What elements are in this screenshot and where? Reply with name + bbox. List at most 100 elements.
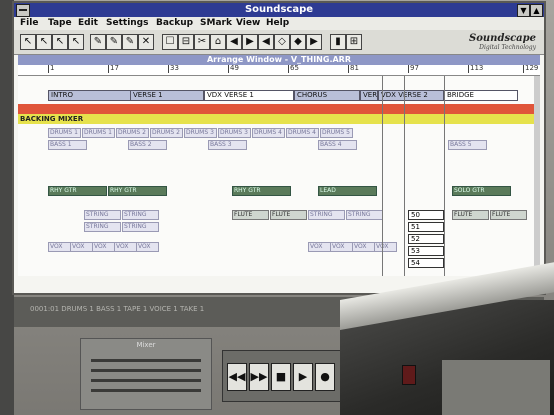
clip[interactable]: STRING (308, 210, 345, 220)
left-arrow-icon[interactable]: ◀ (226, 34, 242, 50)
mixer-fader[interactable] (91, 359, 201, 362)
clip[interactable]: STRING (122, 210, 159, 220)
rewind-button[interactable]: ◀◀ (227, 363, 247, 391)
clip[interactable]: FLUTE (452, 210, 489, 220)
clip[interactable]: DRUMS 1 (82, 128, 115, 138)
mixer-fader[interactable] (91, 379, 201, 382)
bar-ruler[interactable]: 1 17 33 49 65 81 97 113 129 (18, 64, 540, 76)
clip[interactable]: SOLO GTR (452, 186, 511, 196)
delete-tool-icon[interactable]: ✕ (138, 34, 154, 50)
clip[interactable]: BASS 1 (48, 140, 87, 150)
play-icon[interactable]: ▶ (306, 34, 322, 50)
pointer-tool-icon[interactable]: ↖ (68, 34, 84, 50)
track-number-box[interactable]: 50 (408, 210, 444, 220)
marker-label[interactable]: BRIDGE (444, 90, 518, 101)
clip[interactable]: DRUMS 3 (184, 128, 217, 138)
play-button[interactable]: ▶ (293, 363, 313, 391)
marker-label[interactable]: VERSE 1 (130, 90, 204, 101)
clip[interactable]: DRUMS 3 (218, 128, 251, 138)
left-arrow-icon[interactable]: ◀ (258, 34, 274, 50)
pencil-tool-icon[interactable]: ✎ (122, 34, 138, 50)
clip[interactable]: VOX (308, 242, 331, 252)
clip[interactable]: VOX (136, 242, 159, 252)
maximize-button[interactable]: ▲ (530, 4, 543, 17)
clip[interactable]: DRUMS 5 (320, 128, 353, 138)
ruler-tick: 81 (348, 64, 359, 73)
menu-edit[interactable]: Edit (78, 18, 98, 28)
menu-settings[interactable]: Settings (106, 18, 148, 28)
marker-label[interactable]: CHORUS (294, 90, 360, 101)
home-tool-icon[interactable]: ⌂ (210, 34, 226, 50)
minimize-button[interactable]: ▼ (517, 4, 530, 17)
ruler-tick: 49 (228, 64, 239, 73)
clip[interactable]: BASS 4 (318, 140, 357, 150)
record-button[interactable]: ● (315, 363, 335, 391)
clip[interactable]: DRUMS 1 (48, 128, 81, 138)
clip[interactable]: VOX (374, 242, 397, 252)
clip[interactable]: STRING (122, 222, 159, 232)
marker-label[interactable]: VDX VERSE 2 (378, 90, 444, 101)
track-number-box[interactable]: 54 (408, 258, 444, 268)
select-tool-icon[interactable]: ☐ (162, 34, 178, 50)
clip[interactable]: VOX (48, 242, 71, 252)
clip[interactable]: VOX (352, 242, 375, 252)
menu-help[interactable]: Help (266, 18, 289, 28)
backing-mixer-bar[interactable]: BACKING MIXER (18, 114, 540, 124)
menu-bar: File Tape Edit Settings Backup SMark Vie… (14, 17, 544, 31)
mixer-icon[interactable]: ⊞ (346, 34, 362, 50)
front-panel (442, 360, 550, 415)
scissors-tool-icon[interactable]: ✂ (194, 34, 210, 50)
red-track-bar[interactable] (18, 104, 540, 114)
arrange-track-area[interactable]: INTRO VERSE 1 VDX VERSE 1 CHORUS VERSE V… (18, 76, 540, 276)
fast-forward-button[interactable]: ▶▶ (249, 363, 269, 391)
track-number-box[interactable]: 53 (408, 246, 444, 256)
clip[interactable]: DRUMS 2 (150, 128, 183, 138)
clip[interactable]: BASS 2 (128, 140, 167, 150)
pointer-tool-icon[interactable]: ↖ (36, 34, 52, 50)
menu-view[interactable]: View (236, 18, 260, 28)
pencil-tool-icon[interactable]: ✎ (90, 34, 106, 50)
menu-smark[interactable]: SMark (200, 18, 232, 28)
menu-tape[interactable]: Tape (48, 18, 72, 28)
clip[interactable]: VOX (70, 242, 93, 252)
marker-label[interactable]: INTRO (48, 90, 132, 101)
right-arrow-icon[interactable]: ▶ (242, 34, 258, 50)
clip[interactable]: DRUMS 4 (252, 128, 285, 138)
pointer-tool-icon[interactable]: ↖ (52, 34, 68, 50)
ruler-tick: 33 (168, 64, 179, 73)
group-tool-icon[interactable]: ⊟ (178, 34, 194, 50)
clip[interactable]: VOX (330, 242, 353, 252)
pencil-tool-icon[interactable]: ✎ (106, 34, 122, 50)
marker-label[interactable]: VDX VERSE 1 (204, 90, 294, 101)
mixer-panel[interactable]: Mixer (80, 338, 212, 410)
clip[interactable]: DRUMS 4 (286, 128, 319, 138)
marker-label[interactable]: VERSE (360, 90, 378, 101)
record-icon[interactable]: ▮ (330, 34, 346, 50)
clip[interactable]: FLUTE (270, 210, 307, 220)
clip[interactable]: RHY GTR (48, 186, 107, 196)
marker-icon[interactable]: ◇ (274, 34, 290, 50)
clip[interactable]: STRING (84, 210, 121, 220)
clip[interactable]: FLUTE (490, 210, 527, 220)
clip[interactable]: LEAD (318, 186, 377, 196)
pointer-tool-icon[interactable]: ↖ (20, 34, 36, 50)
vertical-scrollbar[interactable] (534, 76, 540, 276)
clip[interactable]: STRING (84, 222, 121, 232)
clip[interactable]: RHY GTR (108, 186, 167, 196)
marker-fill-icon[interactable]: ◆ (290, 34, 306, 50)
track-number-box[interactable]: 52 (408, 234, 444, 244)
mixer-fader[interactable] (91, 369, 201, 372)
clip[interactable]: BASS 3 (208, 140, 247, 150)
clip[interactable]: VOX (114, 242, 137, 252)
clip[interactable]: STRING (346, 210, 383, 220)
menu-backup[interactable]: Backup (156, 18, 193, 28)
track-number-box[interactable]: 51 (408, 222, 444, 232)
clip[interactable]: VOX (92, 242, 115, 252)
clip[interactable]: DRUMS 2 (116, 128, 149, 138)
stop-button[interactable]: ■ (271, 363, 291, 391)
clip[interactable]: RHY GTR (232, 186, 291, 196)
clip[interactable]: BASS 5 (448, 140, 487, 150)
mixer-fader[interactable] (91, 389, 201, 392)
menu-file[interactable]: File (20, 18, 38, 28)
clip[interactable]: FLUTE (232, 210, 269, 220)
